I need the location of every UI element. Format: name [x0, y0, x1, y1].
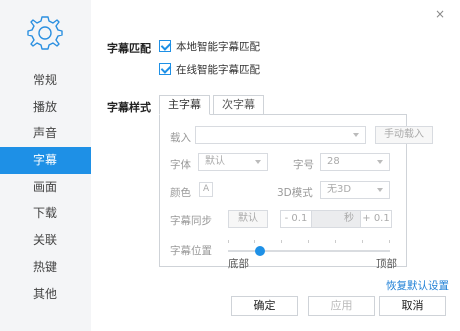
slider-tick	[308, 240, 309, 243]
sidebar-item-subtitles[interactable]: 字幕	[0, 147, 91, 174]
restore-defaults-link[interactable]: 恢复默认设置	[386, 278, 449, 293]
chevron-down-icon	[353, 133, 359, 137]
tab-secondary-subtitle[interactable]: 次字幕	[213, 95, 264, 115]
mode3d-select[interactable]: 无3D	[320, 181, 390, 199]
subtitle-style-label: 字幕样式	[107, 101, 151, 114]
slider-tick	[389, 240, 390, 243]
local-match-checkbox[interactable]	[159, 40, 171, 52]
local-match-option[interactable]: 本地智能字幕匹配	[159, 39, 260, 53]
position-label: 字幕位置	[170, 245, 212, 257]
slider-tick	[335, 240, 336, 243]
subtitle-match-label: 字幕匹配	[107, 42, 151, 55]
sidebar-item-download[interactable]: 下载	[0, 200, 91, 227]
font-select[interactable]: 默认	[198, 153, 268, 171]
size-select[interactable]: 28	[320, 153, 390, 171]
sidebar-item-hotkeys[interactable]: 热键	[0, 254, 91, 281]
tab-main-subtitle[interactable]: 主字幕	[159, 95, 210, 115]
color-label: 颜色	[170, 187, 191, 199]
sidebar-item-audio[interactable]: 声音	[0, 120, 91, 147]
close-icon[interactable]: ×	[435, 7, 445, 21]
position-slider-track[interactable]	[228, 250, 390, 252]
slider-tick	[228, 240, 229, 243]
sidebar-item-video[interactable]: 画面	[0, 174, 91, 201]
sidebar-item-other[interactable]: 其他	[0, 281, 91, 308]
online-match-option[interactable]: 在线智能字幕匹配	[159, 62, 260, 76]
load-select[interactable]	[195, 126, 366, 144]
chevron-down-icon	[377, 188, 383, 192]
chevron-down-icon	[377, 160, 383, 164]
mode3d-label: 3D模式	[277, 187, 313, 199]
slider-tick	[281, 240, 282, 243]
font-label: 字体	[170, 159, 191, 171]
position-top-label: 顶部	[376, 258, 397, 270]
sync-plus-button[interactable]: + 0.1	[360, 210, 392, 228]
local-match-label: 本地智能字幕匹配	[176, 40, 260, 53]
size-label: 字号	[293, 159, 314, 171]
load-label: 载入	[170, 132, 191, 144]
sidebar-item-general[interactable]: 常规	[0, 67, 91, 94]
slider-tick	[362, 240, 363, 243]
online-match-checkbox[interactable]	[159, 63, 171, 75]
sidebar-item-association[interactable]: 关联	[0, 227, 91, 254]
position-bottom-label: 底部	[228, 258, 249, 270]
sync-default-button[interactable]: 默认	[228, 210, 268, 228]
color-swatch[interactable]: A	[199, 182, 213, 197]
online-match-label: 在线智能字幕匹配	[176, 63, 260, 76]
sidebar: 常规 播放 声音 字幕 画面 下载 关联 热键 其他	[0, 0, 91, 331]
apply-button[interactable]: 应用	[308, 296, 375, 316]
gear-icon	[27, 16, 63, 50]
cancel-button[interactable]: 取消	[379, 296, 446, 316]
sidebar-item-playback[interactable]: 播放	[0, 94, 91, 121]
sidebar-list: 常规 播放 声音 字幕 画面 下载 关联 热键 其他	[0, 67, 91, 307]
chevron-down-icon	[255, 160, 261, 164]
sync-label: 字幕同步	[170, 215, 212, 227]
ok-button[interactable]: 确定	[231, 296, 298, 316]
slider-tick	[254, 240, 255, 243]
manual-load-button[interactable]: 手动载入	[375, 126, 433, 144]
sync-minus-button[interactable]: - 0.1	[280, 210, 312, 228]
sync-value-field[interactable]: 秒	[311, 210, 361, 228]
